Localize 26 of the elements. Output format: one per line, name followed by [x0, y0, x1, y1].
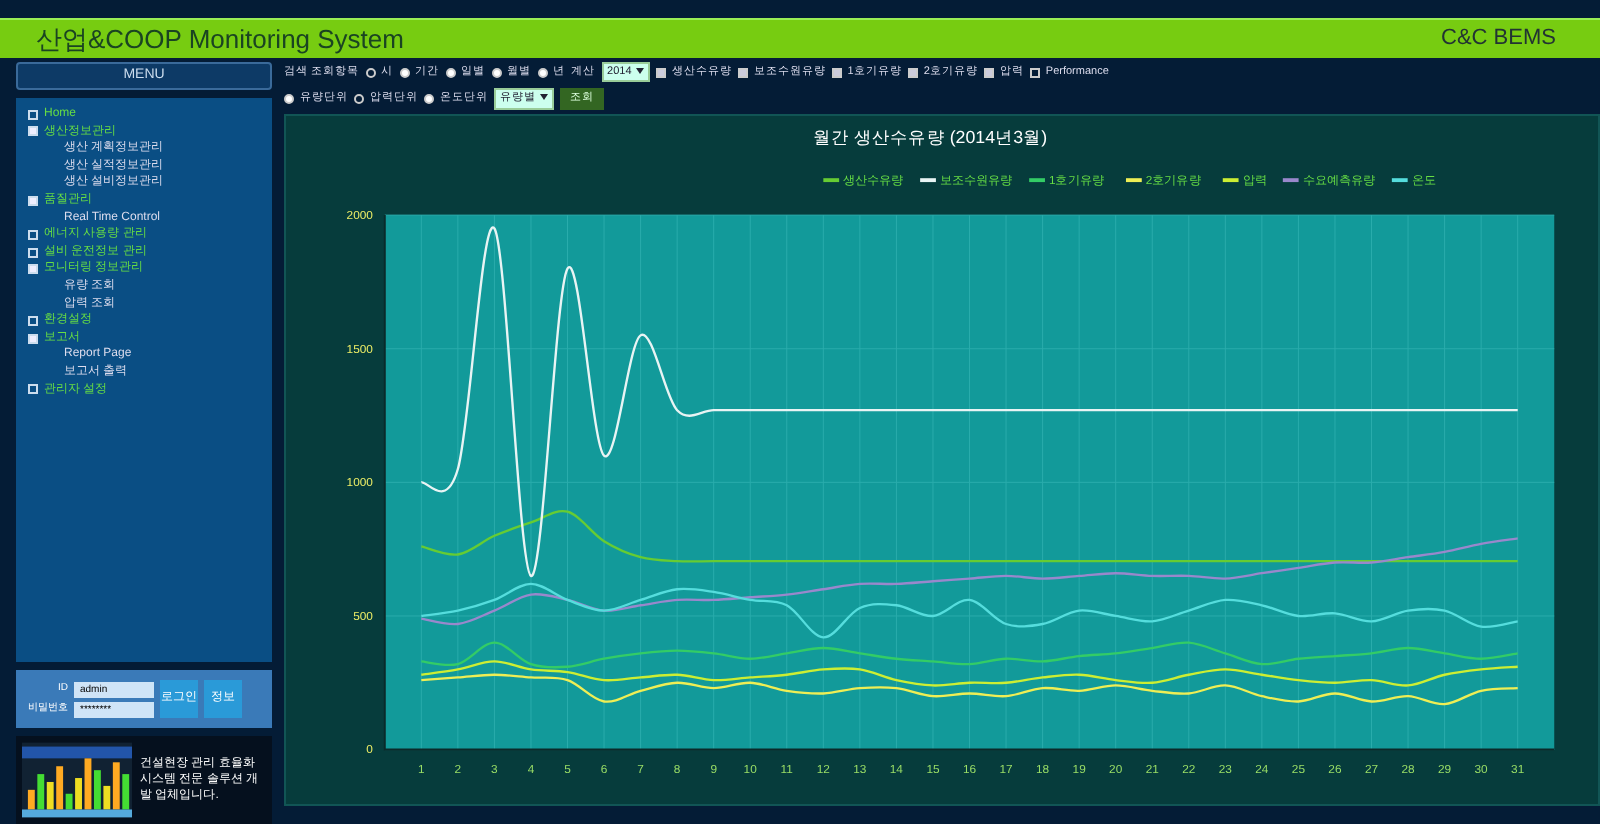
- radio-button[interactable]: [445, 67, 456, 78]
- radio-button[interactable]: [284, 93, 294, 104]
- checkbox[interactable]: [907, 67, 918, 78]
- radio-button[interactable]: [354, 93, 364, 104]
- radio-button[interactable]: [399, 67, 410, 78]
- toggle-icon[interactable]: [28, 264, 38, 275]
- toggle-icon[interactable]: [28, 315, 38, 326]
- app-title: 산업&COOP Monitoring System: [36, 21, 404, 58]
- checkbox[interactable]: [655, 67, 666, 78]
- radio-button[interactable]: [424, 93, 434, 104]
- toggle-icon[interactable]: [28, 333, 38, 344]
- checkbox[interactable]: [983, 67, 994, 78]
- brand-name: C&C BEMS: [1441, 24, 1556, 55]
- toggle-icon[interactable]: [28, 126, 38, 137]
- checkbox[interactable]: [1029, 67, 1040, 78]
- checkbox[interactable]: [831, 67, 842, 78]
- toggle-icon[interactable]: [28, 195, 38, 206]
- toggle-icon[interactable]: [28, 384, 38, 395]
- radio-button[interactable]: [365, 67, 376, 78]
- checkbox[interactable]: [737, 67, 748, 78]
- radio-button[interactable]: [491, 67, 502, 78]
- toggle-icon[interactable]: [28, 247, 38, 258]
- toggle-icon[interactable]: [28, 109, 38, 120]
- chart-title: 월간 생산수유량 (2014년3월): [812, 126, 1048, 147]
- radio-button[interactable]: [537, 67, 548, 78]
- toggle-icon[interactable]: [28, 229, 38, 240]
